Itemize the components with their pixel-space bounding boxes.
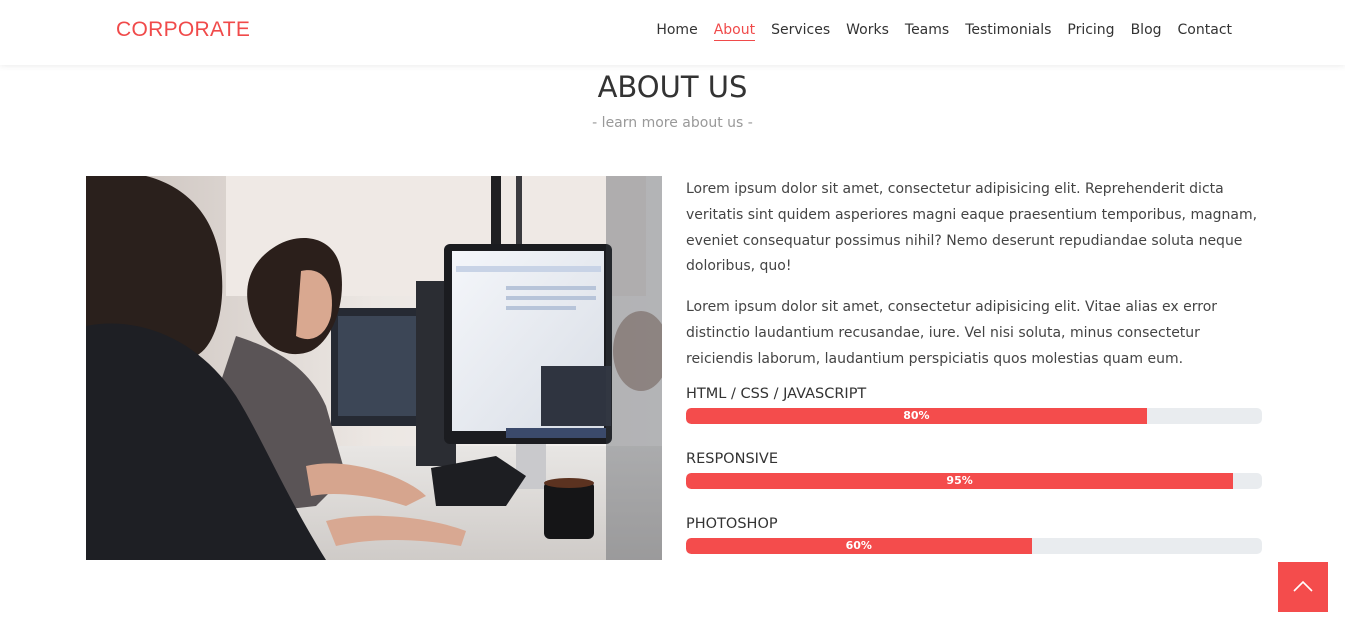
office-photo (86, 176, 662, 560)
progress-track: 60% (686, 538, 1262, 554)
progress-bar-fill: 80% (686, 408, 1147, 424)
nav-item-works[interactable]: Works (846, 22, 889, 41)
skill-label: HTML / CSS / JAVASCRIPT (686, 386, 867, 402)
progress-bar-fill: 95% (686, 473, 1234, 489)
about-text: Lorem ipsum dolor sit amet, consectetur … (686, 177, 1262, 388)
nav-item-blog[interactable]: Blog (1131, 22, 1162, 41)
skill-label: PHOTOSHOP (686, 516, 778, 532)
section-subtitle: - learn more about us - (592, 115, 753, 131)
nav-item-contact[interactable]: Contact (1178, 22, 1232, 41)
navbar: CORPORATE Home About Services Works Team… (0, 0, 1345, 65)
skill-html-css-js: HTML / CSS / JAVASCRIPT 80% (686, 386, 1262, 424)
progress-bar-fill: 60% (686, 538, 1032, 554)
nav-item-teams[interactable]: Teams (905, 22, 949, 41)
section-title: ABOUT US (597, 70, 748, 104)
back-to-top-button[interactable] (1278, 562, 1328, 612)
about-paragraph: Lorem ipsum dolor sit amet, consectetur … (686, 181, 1258, 275)
skill-label: RESPONSIVE (686, 451, 779, 467)
nav-item-pricing[interactable]: Pricing (1067, 22, 1114, 41)
skill-photoshop: PHOTOSHOP 60% (686, 516, 1262, 554)
nav-item-about[interactable]: About (713, 22, 756, 41)
skill-responsive: RESPONSIVE 95% (686, 451, 1262, 489)
main-nav: Home About Services Works Teams Testimon… (640, 22, 1232, 41)
nav-item-services[interactable]: Services (771, 22, 830, 41)
nav-item-home[interactable]: Home (656, 22, 697, 41)
progress-track: 95% (686, 473, 1262, 489)
nav-item-testimonials[interactable]: Testimonials (965, 22, 1051, 41)
progress-track: 80% (686, 408, 1262, 424)
brand-logo[interactable]: CORPORATE (116, 18, 250, 42)
chevron-up-icon (1293, 580, 1313, 595)
about-paragraph: Lorem ipsum dolor sit amet, consectetur … (686, 299, 1218, 367)
